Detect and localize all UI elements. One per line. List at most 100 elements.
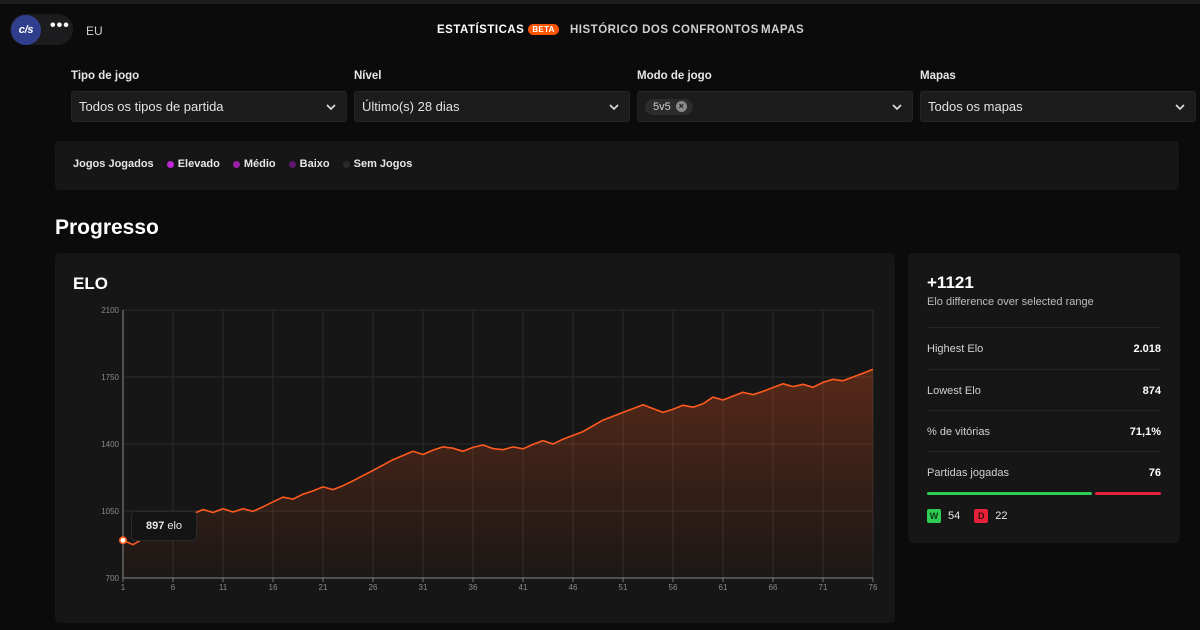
elo-data-point [302, 493, 305, 496]
stat-value: 874 [1142, 385, 1161, 397]
elo-data-point [212, 511, 215, 514]
remove-chip-icon[interactable]: × [675, 101, 687, 112]
elo-data-point [872, 368, 875, 371]
elo-data-point [692, 406, 695, 409]
elo-data-point [382, 464, 385, 467]
stat-value: 76 [1148, 467, 1161, 479]
elo-data-point [592, 424, 595, 427]
maps-select[interactable]: Todos os mapas [920, 91, 1196, 122]
elo-data-point [582, 430, 585, 433]
elo-data-point [622, 411, 625, 414]
elo-data-point [832, 378, 835, 381]
elo-data-point [432, 449, 435, 452]
x-tick-label: 6 [171, 583, 176, 592]
elo-data-point [412, 450, 415, 453]
x-tick-label: 51 [619, 583, 628, 592]
elo-data-point [132, 543, 135, 546]
maps-label: Mapas [920, 70, 956, 82]
games-played-legend-bar: Jogos Jogados Elevado Médio Baixo Sem Jo… [55, 141, 1179, 190]
game-type-value: Todos os tipos de partida [79, 99, 224, 114]
legend-dot [342, 160, 350, 168]
elo-data-point [262, 505, 265, 508]
elo-data-point [632, 407, 635, 410]
stat-label: Partidas jogadas [927, 467, 1009, 479]
more-options-icon[interactable]: ••• [50, 18, 69, 37]
elo-data-point [402, 454, 405, 457]
win-badge: W [927, 509, 941, 523]
elo-data-point [742, 391, 745, 394]
elo-data-point [842, 379, 845, 382]
tab-statistics-label: ESTATÍSTICAS [437, 24, 525, 36]
elo-data-point [282, 496, 285, 499]
tab-statistics[interactable]: ESTATÍSTICAS BETA [437, 24, 559, 36]
win-bar-segment [927, 492, 1092, 495]
elo-data-point [362, 474, 365, 477]
elo-stats-card: +1121 Elo difference over selected range… [908, 253, 1180, 543]
elo-data-point [532, 443, 535, 446]
elo-data-point [782, 382, 785, 385]
game-type-select[interactable]: Todos os tipos de partida [71, 91, 347, 122]
elo-data-point [422, 453, 425, 456]
y-tick-label: 1750 [101, 373, 119, 382]
elo-data-point [662, 411, 665, 414]
x-tick-label: 61 [719, 583, 728, 592]
y-tick-label: 700 [106, 574, 120, 583]
legend-dot [166, 160, 174, 168]
elo-data-point [542, 439, 545, 442]
y-tick-label: 1400 [101, 440, 119, 449]
x-tick-label: 31 [419, 583, 428, 592]
level-value: Último(s) 28 dias [362, 99, 460, 114]
chevron-down-icon [326, 104, 336, 111]
elo-data-point [732, 395, 735, 398]
stat-row-highest: Highest Elo 2.018 [927, 327, 1161, 369]
elo-data-point [512, 445, 515, 448]
x-tick-label: 71 [819, 583, 828, 592]
elo-data-point [352, 479, 355, 482]
elo-data-point [762, 390, 765, 393]
elo-data-point [772, 386, 775, 389]
x-tick-label: 66 [769, 583, 778, 592]
games-played-legend: Jogos Jogados Elevado Médio Baixo Sem Jo… [73, 158, 425, 170]
legend-item-label: Sem Jogos [353, 158, 413, 170]
game-mode-select[interactable]: 5v5 × [637, 91, 913, 122]
tab-matchup-history[interactable]: HISTÓRICO DOS CONFRONTOS [570, 24, 759, 36]
elo-data-point [862, 372, 865, 375]
loss-badge: D [974, 509, 989, 523]
x-tick-label: 16 [269, 583, 278, 592]
elo-data-point [502, 448, 505, 451]
x-tick-label: 1 [121, 583, 126, 592]
elo-data-point [372, 469, 375, 472]
elo-data-point [482, 443, 485, 446]
elo-data-point [322, 485, 325, 488]
y-tick-label: 1050 [101, 507, 119, 516]
stat-row-matches: Partidas jogadas 76 [927, 451, 1161, 493]
elo-data-point [552, 443, 555, 446]
x-tick-label: 11 [219, 583, 228, 592]
elo-data-point [492, 447, 495, 450]
tooltip-value: 897 [145, 520, 165, 532]
elo-data-point [252, 510, 255, 513]
elo-area-fill [123, 369, 873, 578]
elo-data-point [202, 508, 205, 511]
elo-data-point [562, 438, 565, 441]
level-select[interactable]: Último(s) 28 dias [354, 91, 630, 122]
legend-item-label: Médio [243, 158, 276, 170]
chevron-down-icon [1175, 104, 1185, 111]
game-mode-chip[interactable]: 5v5 × [645, 98, 693, 115]
chart-tooltip: 897 elo [131, 511, 197, 541]
tab-maps[interactable]: MAPAS [761, 24, 804, 36]
elo-chart-card: ELO 700 1050 1400 1750 2100 1 6 11 16 21 26 31 36 41 4… [55, 253, 895, 623]
region-label[interactable]: EU [86, 24, 103, 38]
elo-data-point [442, 445, 445, 448]
elo-data-point [812, 386, 815, 389]
elo-chart[interactable]: 70010501400175021001 6 11 16 21 26 31 36 41 46 51 5… [55, 253, 895, 623]
x-tick-label: 46 [569, 583, 578, 592]
stat-row-lowest: Lowest Elo 874 [927, 369, 1161, 411]
app-logo[interactable]: c/s [11, 15, 41, 45]
elo-data-point [462, 450, 465, 453]
x-tick-label: 76 [869, 583, 878, 592]
loss-count: 22 [995, 510, 1008, 522]
elo-data-point [522, 447, 525, 450]
elo-data-point [312, 489, 315, 492]
elo-data-point [792, 385, 795, 388]
